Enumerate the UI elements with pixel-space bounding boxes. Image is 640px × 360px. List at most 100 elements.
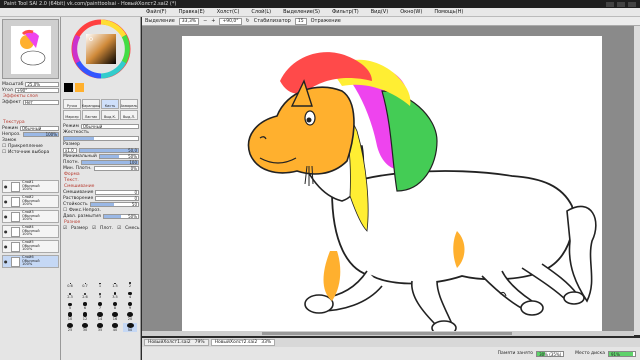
- brush-preset[interactable]: 1.5: [108, 279, 122, 288]
- brush-preset[interactable]: 3.5: [108, 290, 122, 299]
- brush-preset[interactable]: 1: [93, 279, 107, 288]
- stabilizer-field[interactable]: 15: [294, 17, 307, 25]
- brush-preset[interactable]: 2.3: [63, 290, 77, 299]
- eye-icon[interactable]: ●: [4, 244, 9, 249]
- eye-icon[interactable]: ●: [4, 214, 9, 219]
- blur-pressure-slider[interactable]: 50%: [102, 213, 139, 219]
- menu-window[interactable]: Окно(W): [394, 9, 428, 15]
- eye-icon[interactable]: ●: [4, 259, 9, 264]
- tool-pencil[interactable]: Карандаш: [82, 99, 100, 109]
- brush-preset[interactable]: 6: [78, 301, 92, 310]
- minimize-button[interactable]: [606, 1, 614, 7]
- brush-preset[interactable]: 0.6: [63, 279, 77, 288]
- layer-item[interactable]: ● Слой2 Обычный 100%: [2, 195, 59, 208]
- maximize-button[interactable]: [617, 1, 625, 7]
- layer-item[interactable]: ● Слой3 Обычный 100%: [2, 210, 59, 223]
- angle-field[interactable]: +90,0°: [219, 17, 242, 25]
- brush-preset[interactable]: 14: [93, 312, 107, 321]
- color-wheel[interactable]: [61, 19, 141, 81]
- zoom-field[interactable]: 25,0%: [25, 81, 59, 87]
- brush-size-label: 50: [127, 328, 133, 332]
- opacity-slider[interactable]: 100%: [22, 131, 59, 137]
- tool-select-eraser[interactable]: Выд.Л.: [120, 110, 138, 120]
- canvas-area[interactable]: [142, 26, 634, 335]
- eye-icon[interactable]: ●: [4, 184, 9, 189]
- layer-item[interactable]: ● Слой1 Обычный 100%: [2, 180, 59, 193]
- keep-opacity-checkbox[interactable]: ☐: [63, 208, 67, 213]
- brush-preset[interactable]: 5: [63, 301, 77, 310]
- blend-slider[interactable]: 0: [95, 189, 139, 195]
- brush-preset[interactable]: 40: [108, 323, 122, 332]
- brush-preset[interactable]: 35: [93, 323, 107, 332]
- brush-preset[interactable]: 4: [123, 290, 137, 299]
- tool-brush[interactable]: Кисть: [101, 99, 119, 109]
- menu-file[interactable]: Файл(F): [140, 9, 173, 15]
- mirror-label[interactable]: Отражение: [311, 18, 341, 24]
- brush-preset[interactable]: 12: [78, 312, 92, 321]
- dilution-slider[interactable]: 0: [95, 195, 139, 201]
- brush-preset[interactable]: 7: [93, 301, 107, 310]
- secondary-color-swatch[interactable]: [75, 83, 84, 92]
- menu-help[interactable]: Помощь(H): [428, 9, 469, 15]
- brush-mode-select[interactable]: Обычный: [80, 123, 139, 129]
- menu-filter[interactable]: Фильтр(T): [326, 9, 365, 15]
- rotate-icon[interactable]: ↻: [246, 18, 250, 24]
- tool-select-pen[interactable]: Выд.К.: [101, 110, 119, 120]
- hardness-slider[interactable]: [63, 135, 139, 141]
- scroll-thumb[interactable]: [262, 332, 512, 335]
- tool-pen[interactable]: Ручка: [63, 99, 81, 109]
- zoom-out-icon[interactable]: −: [203, 18, 207, 24]
- menu-layer[interactable]: Слой(L): [245, 9, 277, 15]
- eye-icon[interactable]: ●: [4, 229, 9, 234]
- brush-preset[interactable]: 0.7: [78, 279, 92, 288]
- brush-preset[interactable]: 20: [123, 312, 137, 321]
- layer-item-selected[interactable]: ● Слой6 Обычный 100%: [2, 255, 59, 268]
- eye-icon[interactable]: ●: [4, 199, 9, 204]
- brush-preset[interactable]: 16: [108, 312, 122, 321]
- clip-checkbox[interactable]: ☐: [2, 144, 6, 149]
- menu-view[interactable]: Вид(V): [365, 9, 394, 15]
- mix-check[interactable]: ☑: [117, 226, 121, 231]
- blend-mode-select[interactable]: Обычный: [19, 125, 59, 131]
- brush-preset[interactable]: 30: [78, 323, 92, 332]
- angle-field[interactable]: +90°: [14, 87, 59, 93]
- density-slider[interactable]: 100: [81, 159, 139, 165]
- close-button[interactable]: [628, 1, 636, 7]
- tool-eraser[interactable]: Ластик: [82, 110, 100, 120]
- brush-preset[interactable]: 2.6: [78, 290, 92, 299]
- persistence-slider[interactable]: 50: [89, 201, 139, 207]
- zoom-in-icon[interactable]: +: [211, 18, 215, 24]
- menu-edit[interactable]: Правка(E): [173, 9, 211, 15]
- brush-preset[interactable]: 8: [108, 301, 122, 310]
- document-tab-active[interactable]: НовыйХолст2.sai2 33%: [210, 339, 276, 346]
- min-size-label: Минимальный: [63, 153, 97, 159]
- menu-canvas[interactable]: Холст(C): [211, 9, 246, 15]
- brush-preset[interactable]: 50: [123, 323, 137, 332]
- navigator-preview[interactable]: [2, 19, 59, 79]
- horizontal-scrollbar[interactable]: [142, 331, 634, 336]
- layer-item[interactable]: ● Слой5 Обычный 100%: [2, 240, 59, 253]
- primary-color-swatch[interactable]: [64, 83, 73, 92]
- size-slider[interactable]: 50,0: [79, 147, 139, 153]
- document-tab[interactable]: НовыйХолст1.sai2 79%: [144, 339, 209, 346]
- brush-size-label: 40: [112, 328, 118, 332]
- size-check[interactable]: ☑: [63, 226, 67, 231]
- zoom-field[interactable]: 33,3%: [178, 17, 200, 25]
- effect-select[interactable]: Нет: [22, 99, 59, 105]
- min-size-slider[interactable]: 50%: [98, 153, 139, 159]
- menu-selection[interactable]: Выделение(S): [277, 9, 326, 15]
- min-density-slider[interactable]: 0%: [93, 165, 139, 171]
- brush-preset[interactable]: 3: [93, 290, 107, 299]
- brush-preset[interactable]: 25: [63, 323, 77, 332]
- layer-item[interactable]: ● Слой4 Обычный 100%: [2, 225, 59, 238]
- vertical-scrollbar[interactable]: [634, 26, 640, 335]
- brush-preset[interactable]: 2: [123, 279, 137, 288]
- tool-marker[interactable]: Маркер: [63, 110, 81, 120]
- size-multiplier[interactable]: x1.0: [63, 147, 77, 153]
- tool-watercolor[interactable]: Акварель: [120, 99, 138, 109]
- brush-preset[interactable]: 9: [123, 301, 137, 310]
- brush-preset[interactable]: 10: [63, 312, 77, 321]
- density-check[interactable]: ☑: [92, 226, 96, 231]
- canvas-paper[interactable]: [182, 36, 602, 335]
- source-checkbox[interactable]: ☐: [2, 150, 6, 155]
